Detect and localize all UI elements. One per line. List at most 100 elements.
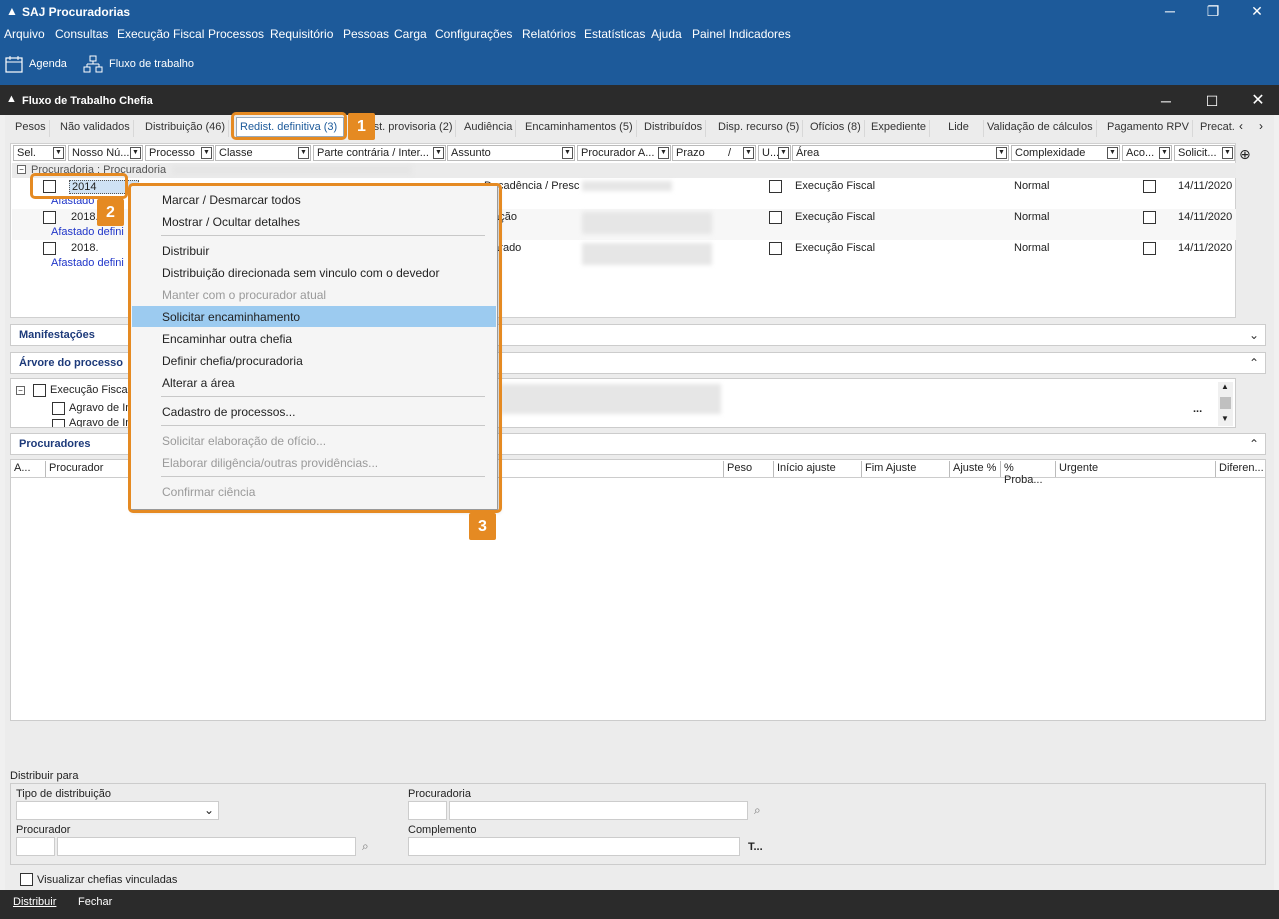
scroll-up-icon[interactable]: ▲	[1221, 382, 1229, 391]
row-urgent-checkbox[interactable]	[769, 180, 782, 193]
chevron-up-icon[interactable]: ⌃	[1249, 356, 1259, 370]
col-prazo[interactable]: Prazo / ▼	[672, 145, 756, 161]
col-diferenca[interactable]: Diferen...	[1216, 461, 1265, 477]
filter-dropdown-icon[interactable]: ▼	[53, 147, 64, 159]
filter-dropdown-icon[interactable]: ▼	[298, 147, 309, 159]
col-probabilidade[interactable]: % Proba...	[1001, 461, 1056, 486]
row-urgent-checkbox[interactable]	[769, 211, 782, 224]
collapse-icon[interactable]: −	[16, 386, 25, 395]
menu-carga[interactable]: Carga	[394, 27, 427, 41]
tree-scrollbar[interactable]: ▲ ▼	[1218, 382, 1233, 426]
procuradoria-name-input[interactable]	[449, 801, 748, 820]
menu-arquivo[interactable]: Arquivo	[4, 27, 45, 41]
menu-pessoas[interactable]: Pessoas	[343, 27, 389, 41]
row-select-checkbox[interactable]	[43, 242, 56, 255]
window-close-icon[interactable]: ✕	[1238, 90, 1278, 114]
restore-icon[interactable]: ❐	[1193, 0, 1233, 24]
filter-dropdown-icon[interactable]: ▼	[658, 147, 669, 159]
col-processo[interactable]: Processo ▼	[145, 145, 214, 161]
filter-dropdown-icon[interactable]: ▼	[130, 147, 141, 159]
tree-node-checkbox[interactable]	[33, 384, 46, 397]
scroll-thumb[interactable]	[1220, 397, 1231, 409]
col-ajuste-percent[interactable]: Ajuste %	[950, 461, 1001, 477]
menu-requisitorio[interactable]: Requisitório	[270, 27, 333, 41]
fechar-button[interactable]: Fechar	[78, 896, 112, 908]
filter-dropdown-icon[interactable]: ▼	[778, 147, 789, 159]
filter-dropdown-icon[interactable]: ▼	[1222, 147, 1233, 159]
col-sel[interactable]: Sel. ▼	[13, 145, 66, 161]
procurador-name-input[interactable]	[57, 837, 356, 856]
tab-audiencia[interactable]: Audiência	[461, 120, 517, 137]
row-acordo-checkbox[interactable]	[1143, 211, 1156, 224]
filter-dropdown-icon[interactable]: ▼	[996, 147, 1007, 159]
menu-ajuda[interactable]: Ajuda	[651, 27, 682, 41]
row-select-checkbox[interactable]	[43, 211, 56, 224]
tab-validacao-calculos[interactable]: Validação de cálculos	[984, 120, 1097, 137]
menu-relatorios[interactable]: Relatórios	[522, 27, 576, 41]
tab-expediente[interactable]: Expediente	[868, 120, 931, 137]
fluxo-trabalho-button[interactable]: Fluxo de trabalho	[83, 55, 194, 73]
col-acordo[interactable]: Aco... ▼	[1122, 145, 1172, 161]
filter-dropdown-icon[interactable]: ▼	[201, 147, 212, 159]
tab-pesos[interactable]: Pesos	[12, 120, 50, 137]
window-maximize-icon[interactable]: ☐	[1192, 90, 1232, 114]
procurador-code-input[interactable]	[16, 837, 55, 856]
filter-dropdown-icon[interactable]: ▼	[743, 147, 754, 159]
col-area[interactable]: Área ▼	[792, 145, 1009, 161]
tab-scroll-right-icon[interactable]: ›	[1259, 119, 1263, 133]
chefias-vinculadas-checkbox[interactable]	[20, 873, 33, 886]
scroll-down-icon[interactable]: ▼	[1221, 414, 1229, 423]
col-fim-ajuste[interactable]: Fim Ajuste	[862, 461, 950, 477]
menu-consultas[interactable]: Consultas	[55, 27, 108, 41]
col-urgente[interactable]: U... ▼	[758, 145, 791, 161]
row-acordo-checkbox[interactable]	[1143, 242, 1156, 255]
chevron-down-icon[interactable]: ⌄	[1249, 328, 1259, 342]
menu-estatisticas[interactable]: Estatísticas	[584, 27, 645, 41]
row-urgent-checkbox[interactable]	[769, 242, 782, 255]
col-inicio-ajuste[interactable]: Início ajuste	[774, 461, 862, 477]
col-urgente[interactable]: Urgente	[1056, 461, 1216, 477]
add-circle-icon[interactable]: ⊕	[1239, 146, 1251, 163]
tree-node-checkbox[interactable]	[52, 402, 65, 415]
tab-disp-recurso[interactable]: Disp. recurso (5)	[715, 120, 804, 137]
col-classe[interactable]: Classe ▼	[215, 145, 311, 161]
filter-dropdown-icon[interactable]: ▼	[1107, 147, 1118, 159]
window-minimize-icon[interactable]: ─	[1146, 90, 1186, 114]
tab-pagamento-rpv[interactable]: Pagamento RPV	[1104, 120, 1193, 137]
col-assunto[interactable]: Assunto ▼	[447, 145, 575, 161]
collapse-icon[interactable]: −	[17, 165, 26, 174]
tab-scroll-left-icon[interactable]: ‹	[1239, 119, 1243, 133]
close-icon[interactable]: ✕	[1237, 0, 1277, 24]
col-complexidade[interactable]: Complexidade ▼	[1011, 145, 1120, 161]
tab-precat[interactable]: Precat.	[1197, 120, 1238, 137]
tree-node-checkbox[interactable]	[52, 419, 65, 427]
col-a[interactable]: A...	[11, 461, 46, 477]
filter-dropdown-icon[interactable]: ▼	[562, 147, 573, 159]
filter-dropdown-icon[interactable]: ▼	[1159, 147, 1170, 159]
tab-lide[interactable]: Lide	[934, 120, 984, 137]
agenda-button[interactable]: Agenda	[5, 55, 67, 73]
filter-dropdown-icon[interactable]: ▼	[433, 147, 444, 159]
col-procurador-atual[interactable]: Procurador A... ▼	[577, 145, 671, 161]
procuradoria-code-input[interactable]	[408, 801, 447, 820]
minimize-icon[interactable]: ─	[1150, 0, 1190, 24]
distribuir-button[interactable]: Distribuir	[13, 896, 56, 908]
tab-distribuidos[interactable]: Distribuídos	[641, 120, 707, 137]
complemento-expand-button[interactable]: T...	[748, 841, 763, 853]
search-icon[interactable]: ⌕	[754, 803, 761, 818]
tab-distribuicao[interactable]: Distribuição (46)	[142, 120, 230, 137]
col-parte-contraria[interactable]: Parte contrária / Inter... ▼	[313, 145, 446, 161]
col-peso[interactable]: Peso	[724, 461, 774, 477]
tipo-distribuicao-select[interactable]: ⌄	[16, 801, 219, 820]
chevron-up-icon[interactable]: ⌃	[1249, 437, 1259, 451]
tab-encaminhamentos[interactable]: Encaminhamentos (5)	[522, 120, 637, 137]
tab-oficios[interactable]: Ofícios (8)	[807, 120, 865, 137]
tab-nao-validados[interactable]: Não validados	[57, 120, 134, 137]
row-acordo-checkbox[interactable]	[1143, 180, 1156, 193]
search-icon[interactable]: ⌕	[362, 839, 369, 854]
col-nosso-numero[interactable]: Nosso Nú... ▼	[68, 145, 143, 161]
menu-painel-indicadores[interactable]: Painel Indicadores	[692, 27, 791, 41]
menu-configuracoes[interactable]: Configurações	[435, 27, 512, 41]
menu-processos[interactable]: Processos	[208, 27, 264, 41]
complemento-input[interactable]	[408, 837, 740, 856]
